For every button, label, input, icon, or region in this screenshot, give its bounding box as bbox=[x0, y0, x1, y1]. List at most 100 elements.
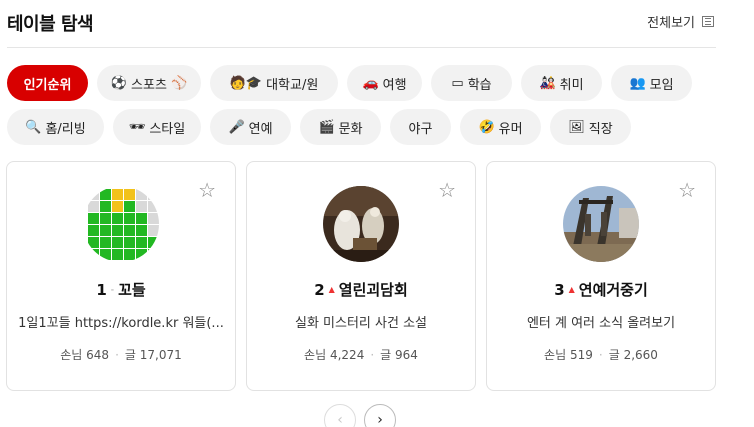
chip-baseball[interactable]: 야구 bbox=[390, 109, 451, 145]
posts-label: 글 bbox=[124, 348, 136, 362]
chip-meetup[interactable]: 👥 모임 bbox=[611, 65, 692, 101]
view-all-label: 전체보기 bbox=[647, 16, 695, 31]
grid-tile bbox=[124, 189, 135, 200]
chip-label: 연예 bbox=[248, 121, 273, 137]
grid-tile bbox=[124, 225, 135, 236]
laughing-face-icon: 🤣 bbox=[478, 119, 495, 135]
grid-tile bbox=[112, 249, 123, 260]
table-card[interactable]: ☆ 1 - 꼬들 1일1꼬들 https://kordle.kr 워들(... … bbox=[6, 161, 236, 391]
chevron-left-icon: ‹ bbox=[337, 412, 343, 427]
chevron-right-icon: › bbox=[377, 412, 383, 427]
grid-tile bbox=[112, 201, 123, 212]
category-chips-row-2: 🔍 홈/리빙 🕶 스타일 🎤 연예 🎬 문화 야구 🤣 유머 🖼 직장 bbox=[7, 109, 631, 145]
guests-count: 519 bbox=[569, 348, 593, 362]
grid-tile bbox=[100, 201, 111, 212]
guests-count: 4,224 bbox=[329, 348, 365, 362]
table-card[interactable]: ☆ 2 ▲ 열린괴담회 실화 미스터리 사건 소설 손님 4,224 · 글 964 bbox=[246, 161, 476, 391]
guests-label: 손님 bbox=[544, 348, 567, 362]
card-title: 2 ▲ 열린괴담회 bbox=[247, 279, 475, 300]
card-rank: 2 bbox=[314, 280, 325, 299]
chip-entertainment[interactable]: 🎤 연예 bbox=[210, 109, 291, 145]
grid-tile bbox=[148, 213, 159, 224]
chip-label: 여행 bbox=[382, 77, 407, 93]
grid-tile bbox=[112, 189, 123, 200]
grid-tile bbox=[100, 249, 111, 260]
grid-tile bbox=[88, 213, 99, 224]
chip-label: 스포츠 bbox=[131, 77, 167, 93]
page-title: 테이블 탐색 bbox=[7, 14, 94, 35]
chip-university[interactable]: 🧑🎓 대학교/원 bbox=[210, 65, 338, 101]
view-all-button[interactable]: 전체보기 bbox=[647, 12, 714, 31]
grid-tile bbox=[124, 249, 135, 260]
chip-home-living[interactable]: 🔍 홈/리빙 bbox=[7, 109, 104, 145]
chip-style[interactable]: 🕶 스타일 bbox=[113, 109, 201, 145]
card-description: 엔터 계 여러 소식 올려보기 bbox=[526, 316, 676, 331]
grid-tile bbox=[136, 189, 147, 200]
prev-page-button[interactable]: ‹ bbox=[324, 404, 356, 427]
grid-tile bbox=[88, 189, 99, 200]
grid-tile bbox=[112, 225, 123, 236]
grid-tile bbox=[148, 189, 159, 200]
chip-label: 스타일 bbox=[149, 121, 186, 137]
table-card[interactable]: ☆ 3 ▲ 연예거중기 엔터 계 여러 소식 올려보기 손님 519 · 글 2,6… bbox=[486, 161, 716, 391]
student-icon: 🧑🎓 bbox=[229, 75, 263, 91]
card-stats: 손님 4,224 · 글 964 bbox=[304, 348, 418, 362]
car-icon: 🚗 bbox=[362, 75, 379, 91]
chip-hobby[interactable]: 🎎 취미 bbox=[521, 65, 602, 101]
chip-travel[interactable]: 🚗 여행 bbox=[347, 65, 422, 101]
guests-label: 손님 bbox=[60, 348, 83, 362]
grid-tile bbox=[100, 213, 111, 224]
chip-study[interactable]: ▭ 학습 bbox=[431, 65, 512, 101]
chip-culture[interactable]: 🎬 문화 bbox=[300, 109, 381, 145]
rank-same-icon: - bbox=[110, 285, 115, 294]
grid-tile bbox=[100, 237, 111, 248]
category-chips-row-1: 인기순위 ⚽ 스포츠 ⚾ 🧑🎓 대학교/원 🚗 여행 ▭ 학습 🎎 취미 👥 모… bbox=[7, 65, 692, 101]
grid-tile bbox=[124, 237, 135, 248]
posts-label: 글 bbox=[608, 348, 620, 362]
grid-tile bbox=[148, 249, 159, 260]
grid-tile bbox=[136, 213, 147, 224]
guests-count: 648 bbox=[86, 348, 110, 362]
chip-humor[interactable]: 🤣 유머 bbox=[460, 109, 541, 145]
card-name: 꼬들 bbox=[118, 281, 146, 299]
magnifier-icon: 🔍 bbox=[25, 119, 42, 135]
card-name: 열린괴담회 bbox=[338, 281, 408, 299]
star-icon[interactable]: ☆ bbox=[678, 180, 696, 200]
chip-sports[interactable]: ⚽ 스포츠 ⚾ bbox=[97, 65, 201, 101]
microphone-icon: 🎤 bbox=[228, 119, 245, 135]
section-header: 테이블 탐색 전체보기 bbox=[7, 8, 716, 48]
grid-tile bbox=[148, 237, 159, 248]
card-thumbnail bbox=[323, 186, 399, 262]
card-description: 실화 미스터리 사건 소설 bbox=[295, 316, 427, 331]
grid-tile bbox=[100, 189, 111, 200]
chip-popular[interactable]: 인기순위 bbox=[7, 65, 88, 101]
card-thumbnail bbox=[83, 186, 159, 262]
grid-tile bbox=[148, 201, 159, 212]
rank-up-icon: ▲ bbox=[568, 285, 575, 294]
grid-tile bbox=[136, 201, 147, 212]
grid-tile bbox=[124, 213, 135, 224]
chip-workplace[interactable]: 🖼 직장 bbox=[550, 109, 631, 145]
star-icon[interactable]: ☆ bbox=[198, 180, 216, 200]
grid-tile bbox=[136, 249, 147, 260]
sunglasses-icon: 🕶 bbox=[128, 119, 146, 135]
grid-tile bbox=[88, 201, 99, 212]
chip-label: 학습 bbox=[467, 77, 492, 93]
grid-tile bbox=[136, 225, 147, 236]
next-page-button[interactable]: › bbox=[364, 404, 396, 427]
posts-count: 964 bbox=[395, 348, 418, 362]
picture-frame-icon: 🖼 bbox=[568, 119, 585, 135]
grid-tile bbox=[124, 201, 135, 212]
grid-tile bbox=[88, 225, 99, 236]
star-icon[interactable]: ☆ bbox=[438, 180, 456, 200]
grid-tile bbox=[136, 237, 147, 248]
card-name: 연예거중기 bbox=[578, 281, 648, 299]
card-stats: 손님 519 · 글 2,660 bbox=[544, 348, 658, 362]
chip-label: 인기순위 bbox=[23, 77, 72, 93]
rank-up-icon: ▲ bbox=[328, 285, 335, 294]
card-title: 1 - 꼬들 bbox=[7, 279, 235, 300]
grid-tile bbox=[88, 249, 99, 260]
posts-count: 2,660 bbox=[623, 348, 658, 362]
baseball-icon: ⚾ bbox=[170, 75, 188, 91]
guests-label: 손님 bbox=[304, 348, 327, 362]
